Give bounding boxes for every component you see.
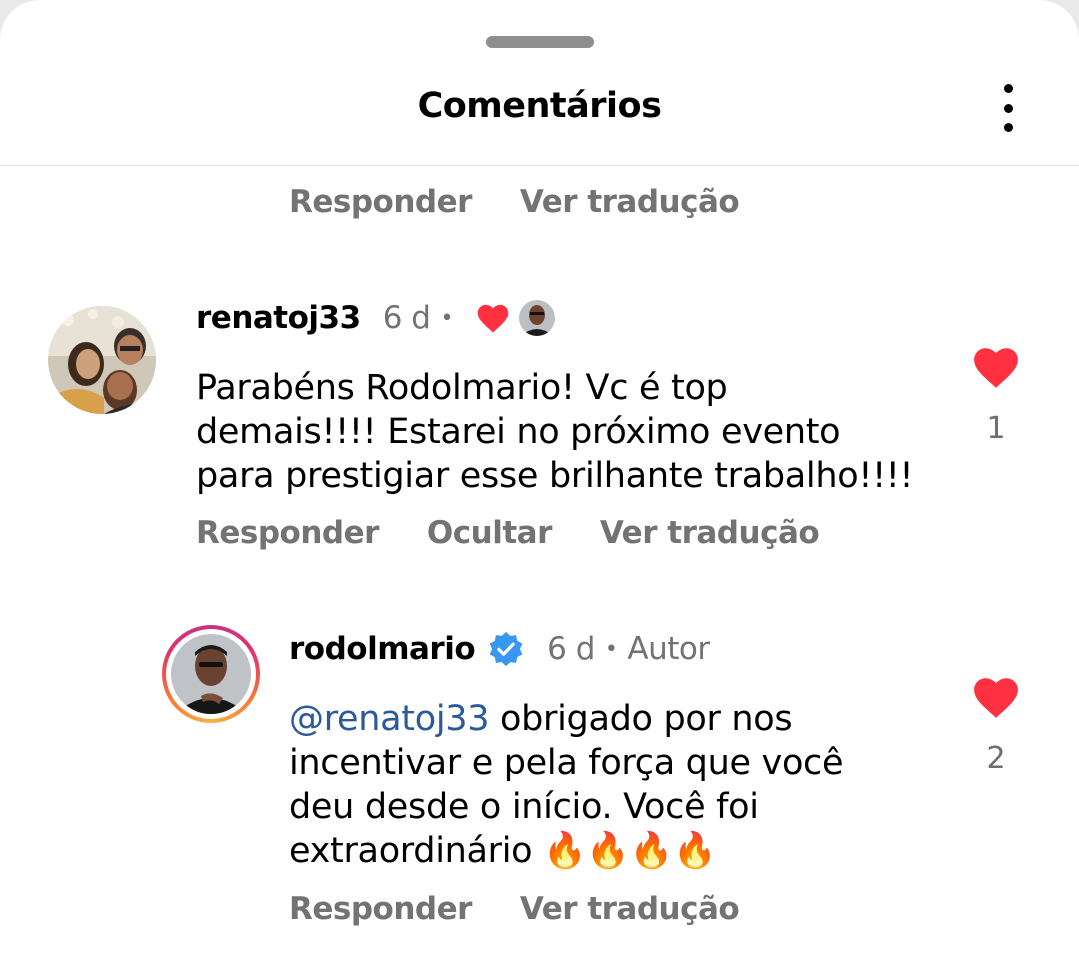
- reply-button[interactable]: Responder: [289, 891, 472, 927]
- reply-header: rodolmario 6 d • Autor: [289, 630, 710, 668]
- like-count: 1: [986, 411, 1006, 446]
- username[interactable]: rodolmario: [289, 631, 476, 667]
- comment-actions: Responder Ocultar Ver tradução: [196, 515, 820, 551]
- separator-dot: •: [440, 305, 453, 331]
- comment-age: 6 d: [382, 300, 431, 336]
- translate-button[interactable]: Ver tradução: [600, 515, 820, 551]
- avatar-story-ring[interactable]: [162, 625, 260, 723]
- reply-button[interactable]: Responder: [196, 515, 379, 551]
- reply-button[interactable]: Responder: [289, 184, 472, 220]
- drag-handle[interactable]: [486, 36, 594, 48]
- author-badge: Autor: [627, 631, 710, 667]
- heart-icon[interactable]: [971, 674, 1021, 725]
- comment-header: renatoj33 6 d •: [196, 300, 555, 336]
- comment-text: Parabéns Rodolmario! Vc é top demais!!!!…: [196, 368, 914, 496]
- mention-link[interactable]: @renatoj33: [289, 699, 489, 739]
- translate-button[interactable]: Ver tradução: [520, 184, 740, 220]
- prev-comment-actions: Responder Ver tradução: [289, 184, 740, 220]
- like-count: 2: [986, 741, 1006, 776]
- author-avatar-icon: [518, 300, 555, 336]
- page-title: Comentários: [417, 86, 662, 126]
- divider: [0, 165, 1079, 166]
- avatar: [171, 634, 251, 714]
- comment-age: 6 d: [547, 631, 595, 667]
- avatar[interactable]: [48, 306, 156, 414]
- translate-button[interactable]: Ver tradução: [520, 891, 740, 927]
- hide-button[interactable]: Ocultar: [427, 515, 552, 551]
- separator-dot: •: [604, 636, 618, 662]
- heart-icon[interactable]: [971, 344, 1021, 395]
- verified-badge-icon: [487, 630, 525, 668]
- like-column: 2: [966, 674, 1026, 776]
- liked-by-author-heart-icon: [475, 302, 511, 334]
- more-options-icon[interactable]: [996, 84, 1020, 132]
- comments-sheet: Comentários Responder Ver tradução renat…: [0, 0, 1079, 958]
- reply-text: @renatoj33 obrigado por nos incentivar e…: [289, 697, 909, 873]
- reply-actions: Responder Ver tradução: [289, 891, 740, 927]
- like-column: 1: [966, 344, 1026, 446]
- username[interactable]: renatoj33: [196, 300, 361, 336]
